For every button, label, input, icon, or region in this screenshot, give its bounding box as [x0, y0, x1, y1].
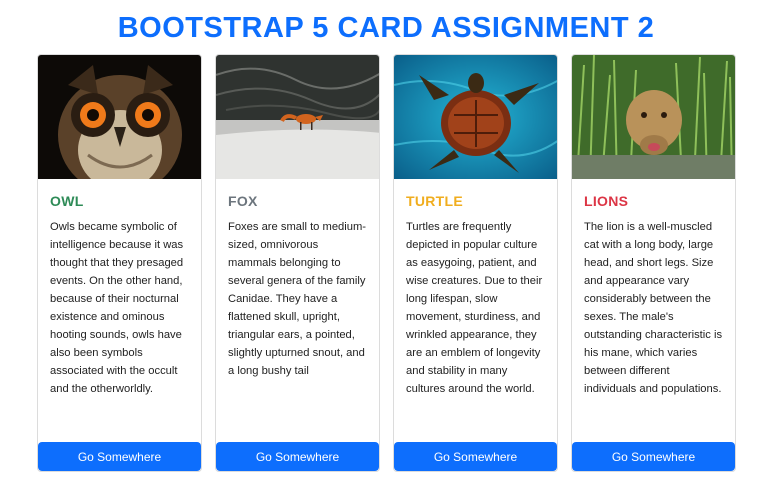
owl-image — [38, 55, 201, 179]
card-text: The lion is a well-muscled cat with a lo… — [584, 221, 723, 395]
card-text: Owls became symbolic of intelligence bec… — [50, 221, 184, 395]
card-title: LIONS — [584, 193, 629, 209]
card-grid: OWL Owls became symbolic of intelligence… — [37, 54, 736, 472]
card-lions: LIONS The lion is a well-muscled cat wit… — [571, 54, 736, 472]
card-title: FOX — [228, 193, 258, 209]
card-text: Turtles are frequently depicted in popul… — [406, 221, 543, 395]
fox-photo-icon — [216, 55, 379, 179]
go-somewhere-button[interactable]: Go Somewhere — [216, 442, 379, 471]
owl-photo-icon — [38, 55, 201, 179]
go-somewhere-button[interactable]: Go Somewhere — [38, 442, 201, 471]
go-somewhere-button[interactable]: Go Somewhere — [572, 442, 735, 471]
card-owl: OWL Owls became symbolic of intelligence… — [37, 54, 202, 472]
fox-image — [216, 55, 379, 179]
lion-photo-icon — [572, 55, 735, 179]
card-text: Foxes are small to medium-sized, omnivor… — [228, 221, 367, 377]
lion-image — [572, 55, 735, 179]
card-title: TURTLE — [406, 193, 464, 209]
turtle-photo-icon — [394, 55, 557, 179]
card-fox: FOX Foxes are small to medium-sized, omn… — [215, 54, 380, 472]
card-title: OWL — [50, 193, 84, 209]
go-somewhere-button[interactable]: Go Somewhere — [394, 442, 557, 471]
page-title: BOOTSTRAP 5 CARD ASSIGNMENT 2 — [117, 12, 655, 44]
card-turtle: TURTLE Turtles are frequently depicted i… — [393, 54, 558, 472]
turtle-image — [394, 55, 557, 179]
